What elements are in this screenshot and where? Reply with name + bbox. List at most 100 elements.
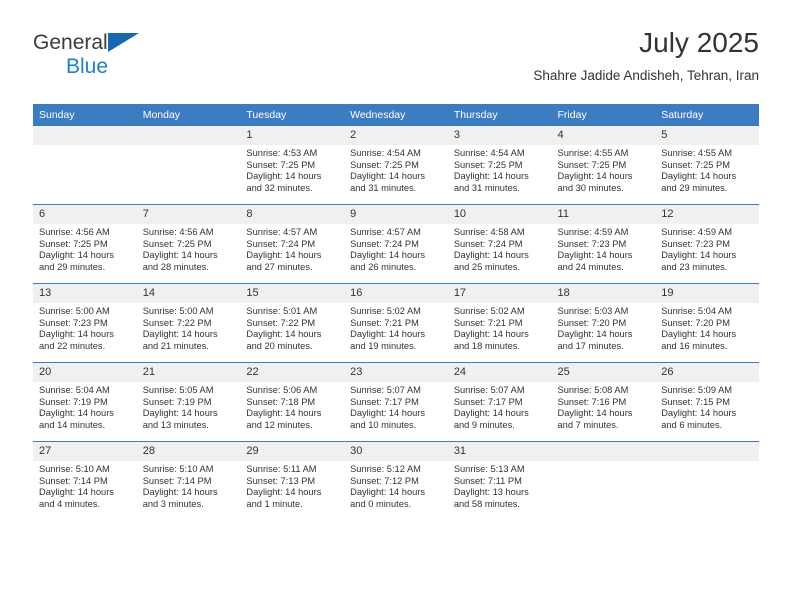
day-details: Sunrise: 4:55 AM Sunset: 7:25 PM Daylight:… [552, 145, 656, 194]
calendar-day-cell[interactable]: 11 Sunrise: 4:59 AM Sunset: 7:23 PM Dayligh… [551, 204, 656, 284]
sunrise-text: Sunrise: 5:00 AM [39, 306, 110, 316]
sunrise-text: Sunrise: 4:54 AM [453, 148, 525, 158]
sunrise-text: Sunrise: 5:07 AM [453, 385, 525, 395]
calendar-day-cell[interactable]: 28 Sunrise: 5:10 AM Sunset: 7:14 PM Dayligh… [136, 441, 241, 520]
daylight-text-line1: Daylight: 14 hours [142, 408, 218, 419]
daylight-text-line1: Daylight: 14 hours [39, 329, 114, 340]
sunset-text: Sunset: 7:24 PM [350, 238, 419, 249]
sunrise-text: Sunrise: 5:10 AM [39, 464, 110, 474]
daylight-text-line2: and 23 minutes. [661, 261, 728, 272]
day-details: Sunrise: 5:00 AM Sunset: 7:23 PM Daylight:… [33, 303, 137, 352]
calendar-day-cell[interactable]: 26 Sunrise: 5:09 AM Sunset: 7:15 PM Dayligh… [655, 362, 759, 442]
calendar-day-cell[interactable]: 6 Sunrise: 4:56 AM Sunset: 7:25 PM Daylight… [33, 204, 137, 284]
calendar-day-cell[interactable]: 31 Sunrise: 5:13 AM Sunset: 7:11 PM Dayligh… [447, 441, 552, 520]
calendar-day-cell[interactable]: 21 Sunrise: 5:05 AM Sunset: 7:19 PM Dayligh… [136, 362, 241, 442]
daylight-text-line2: and 10 minutes. [350, 419, 417, 430]
calendar-day-cell[interactable]: 13 Sunrise: 5:00 AM Sunset: 7:23 PM Dayligh… [33, 283, 137, 363]
daylight-text-line1: Daylight: 14 hours [557, 250, 633, 261]
sunset-text: Sunset: 7:11 PM [453, 475, 522, 486]
day-number: 22 [240, 363, 345, 382]
sunrise-text: Sunrise: 5:02 AM [350, 306, 421, 316]
day-details: Sunrise: 5:00 AM Sunset: 7:22 PM Daylight:… [137, 303, 241, 352]
daylight-text-line2: and 18 minutes. [453, 340, 520, 351]
calendar-day-cell[interactable]: 1 Sunrise: 4:53 AM Sunset: 7:25 PM Daylight… [240, 126, 345, 205]
day-number: 29 [240, 442, 345, 461]
calendar-day-cell[interactable]: 3 Sunrise: 4:54 AM Sunset: 7:25 PM Daylight… [447, 126, 552, 205]
calendar-day-cell[interactable]: 22 Sunrise: 5:06 AM Sunset: 7:18 PM Dayligh… [240, 362, 345, 442]
sunrise-text: Sunrise: 5:11 AM [246, 464, 317, 474]
sunrise-text: Sunrise: 4:59 AM [557, 227, 629, 237]
sunset-text: Sunset: 7:23 PM [661, 238, 730, 249]
calendar-day-cell[interactable]: 27 Sunrise: 5:10 AM Sunset: 7:14 PM Dayligh… [33, 441, 137, 520]
daylight-text-line1: Daylight: 14 hours [453, 408, 529, 419]
calendar-day-cell[interactable]: 23 Sunrise: 5:07 AM Sunset: 7:17 PM Dayligh… [344, 362, 448, 442]
day-details: Sunrise: 5:08 AM Sunset: 7:16 PM Daylight:… [552, 382, 656, 431]
daylight-text-line2: and 31 minutes. [453, 182, 520, 193]
daylight-text-line2: and 20 minutes. [246, 340, 313, 351]
sunset-text: Sunset: 7:12 PM [350, 475, 419, 486]
calendar-day-cell[interactable]: 19 Sunrise: 5:04 AM Sunset: 7:20 PM Dayligh… [655, 283, 759, 363]
daylight-text-line2: and 7 minutes. [557, 419, 619, 430]
daylight-text-line2: and 13 minutes. [142, 419, 209, 430]
logo-text-blue: Blue [66, 55, 109, 78]
daylight-text-line1: Daylight: 14 hours [39, 250, 114, 261]
weekday-header-monday: Monday [136, 104, 241, 126]
day-details: Sunrise: 5:12 AM Sunset: 7:12 PM Daylight:… [344, 461, 448, 510]
calendar-day-cell[interactable]: 5 Sunrise: 4:55 AM Sunset: 7:25 PM Daylight… [655, 126, 759, 205]
calendar-day-cell[interactable]: 12 Sunrise: 4:59 AM Sunset: 7:23 PM Dayligh… [655, 204, 759, 284]
calendar-day-cell[interactable]: 20 Sunrise: 5:04 AM Sunset: 7:19 PM Dayligh… [33, 362, 137, 442]
day-details: Sunrise: 4:58 AM Sunset: 7:24 PM Daylight:… [448, 224, 552, 273]
calendar-day-cell[interactable]: 14 Sunrise: 5:00 AM Sunset: 7:22 PM Dayligh… [136, 283, 241, 363]
daylight-text-line1: Daylight: 14 hours [661, 250, 737, 261]
day-details: Sunrise: 4:53 AM Sunset: 7:25 PM Daylight:… [240, 145, 344, 194]
day-details: Sunrise: 5:10 AM Sunset: 7:14 PM Daylight:… [33, 461, 137, 510]
calendar-day-cell[interactable]: 7 Sunrise: 4:56 AM Sunset: 7:25 PM Daylight… [136, 204, 241, 284]
general-blue-logo[interactable]: General Blue [33, 32, 193, 84]
day-details: Sunrise: 5:01 AM Sunset: 7:22 PM Daylight:… [240, 303, 344, 352]
daylight-text-line2: and 9 minutes. [453, 419, 515, 430]
calendar-day-cell[interactable]: 24 Sunrise: 5:07 AM Sunset: 7:17 PM Dayligh… [447, 362, 552, 442]
day-number [33, 126, 137, 145]
sunset-text: Sunset: 7:16 PM [557, 396, 627, 407]
calendar-day-cell[interactable]: 16 Sunrise: 5:02 AM Sunset: 7:21 PM Dayligh… [344, 283, 448, 363]
calendar-day-cell[interactable]: 17 Sunrise: 5:02 AM Sunset: 7:21 PM Dayligh… [447, 283, 552, 363]
sunrise-text: Sunrise: 4:55 AM [557, 148, 629, 158]
day-details: Sunrise: 4:59 AM Sunset: 7:23 PM Daylight:… [552, 224, 656, 273]
calendar-day-cell[interactable]: 9 Sunrise: 4:57 AM Sunset: 7:24 PM Daylight… [344, 204, 448, 284]
sunset-text: Sunset: 7:20 PM [661, 317, 730, 328]
sunrise-text: Sunrise: 5:07 AM [350, 385, 421, 395]
calendar-day-cell[interactable]: 25 Sunrise: 5:08 AM Sunset: 7:16 PM Dayligh… [551, 362, 656, 442]
daylight-text-line2: and 30 minutes. [557, 182, 624, 193]
daylight-text-line1: Daylight: 14 hours [453, 329, 529, 340]
sunset-text: Sunset: 7:22 PM [142, 317, 212, 328]
calendar-day-cell[interactable]: 4 Sunrise: 4:55 AM Sunset: 7:25 PM Daylight… [551, 126, 656, 205]
day-details: Sunrise: 5:02 AM Sunset: 7:21 PM Daylight:… [344, 303, 448, 352]
daylight-text-line1: Daylight: 14 hours [661, 408, 737, 419]
sunset-text: Sunset: 7:19 PM [142, 396, 212, 407]
calendar-day-cell[interactable]: 29 Sunrise: 5:11 AM Sunset: 7:13 PM Dayligh… [240, 441, 345, 520]
calendar-week-row: 6 Sunrise: 4:56 AM Sunset: 7:25 PM Daylight… [33, 204, 759, 284]
weekday-header-tuesday: Tuesday [240, 104, 345, 126]
sunrise-text: Sunrise: 4:57 AM [350, 227, 421, 237]
day-number: 21 [136, 363, 241, 382]
calendar-day-cell[interactable]: 2 Sunrise: 4:54 AM Sunset: 7:25 PM Daylight… [344, 126, 448, 205]
daylight-text-line2: and 25 minutes. [453, 261, 520, 272]
calendar-day-cell[interactable]: 8 Sunrise: 4:57 AM Sunset: 7:24 PM Daylight… [240, 204, 345, 284]
daylight-text-line2: and 12 minutes. [246, 419, 313, 430]
calendar-day-cell[interactable]: 30 Sunrise: 5:12 AM Sunset: 7:12 PM Dayligh… [344, 441, 448, 520]
calendar-day-cell[interactable]: 15 Sunrise: 5:01 AM Sunset: 7:22 PM Dayligh… [240, 283, 345, 363]
daylight-text-line1: Daylight: 14 hours [350, 408, 426, 419]
calendar-body: 1 Sunrise: 4:53 AM Sunset: 7:25 PM Daylight… [33, 126, 759, 520]
day-details: Sunrise: 5:10 AM Sunset: 7:14 PM Daylight:… [137, 461, 241, 510]
daylight-text-line1: Daylight: 14 hours [661, 329, 737, 340]
daylight-text-line2: and 32 minutes. [246, 182, 313, 193]
day-number: 5 [655, 126, 759, 145]
sunrise-text: Sunrise: 5:01 AM [246, 306, 318, 316]
sunrise-text: Sunrise: 5:04 AM [661, 306, 733, 316]
weekday-header-saturday: Saturday [655, 104, 759, 126]
day-number: 31 [447, 442, 552, 461]
sunrise-text: Sunrise: 5:05 AM [142, 385, 214, 395]
calendar-day-cell[interactable]: 10 Sunrise: 4:58 AM Sunset: 7:24 PM Dayligh… [447, 204, 552, 284]
daylight-text-line1: Daylight: 14 hours [39, 487, 114, 498]
calendar-day-cell[interactable]: 18 Sunrise: 5:03 AM Sunset: 7:20 PM Dayligh… [551, 283, 656, 363]
